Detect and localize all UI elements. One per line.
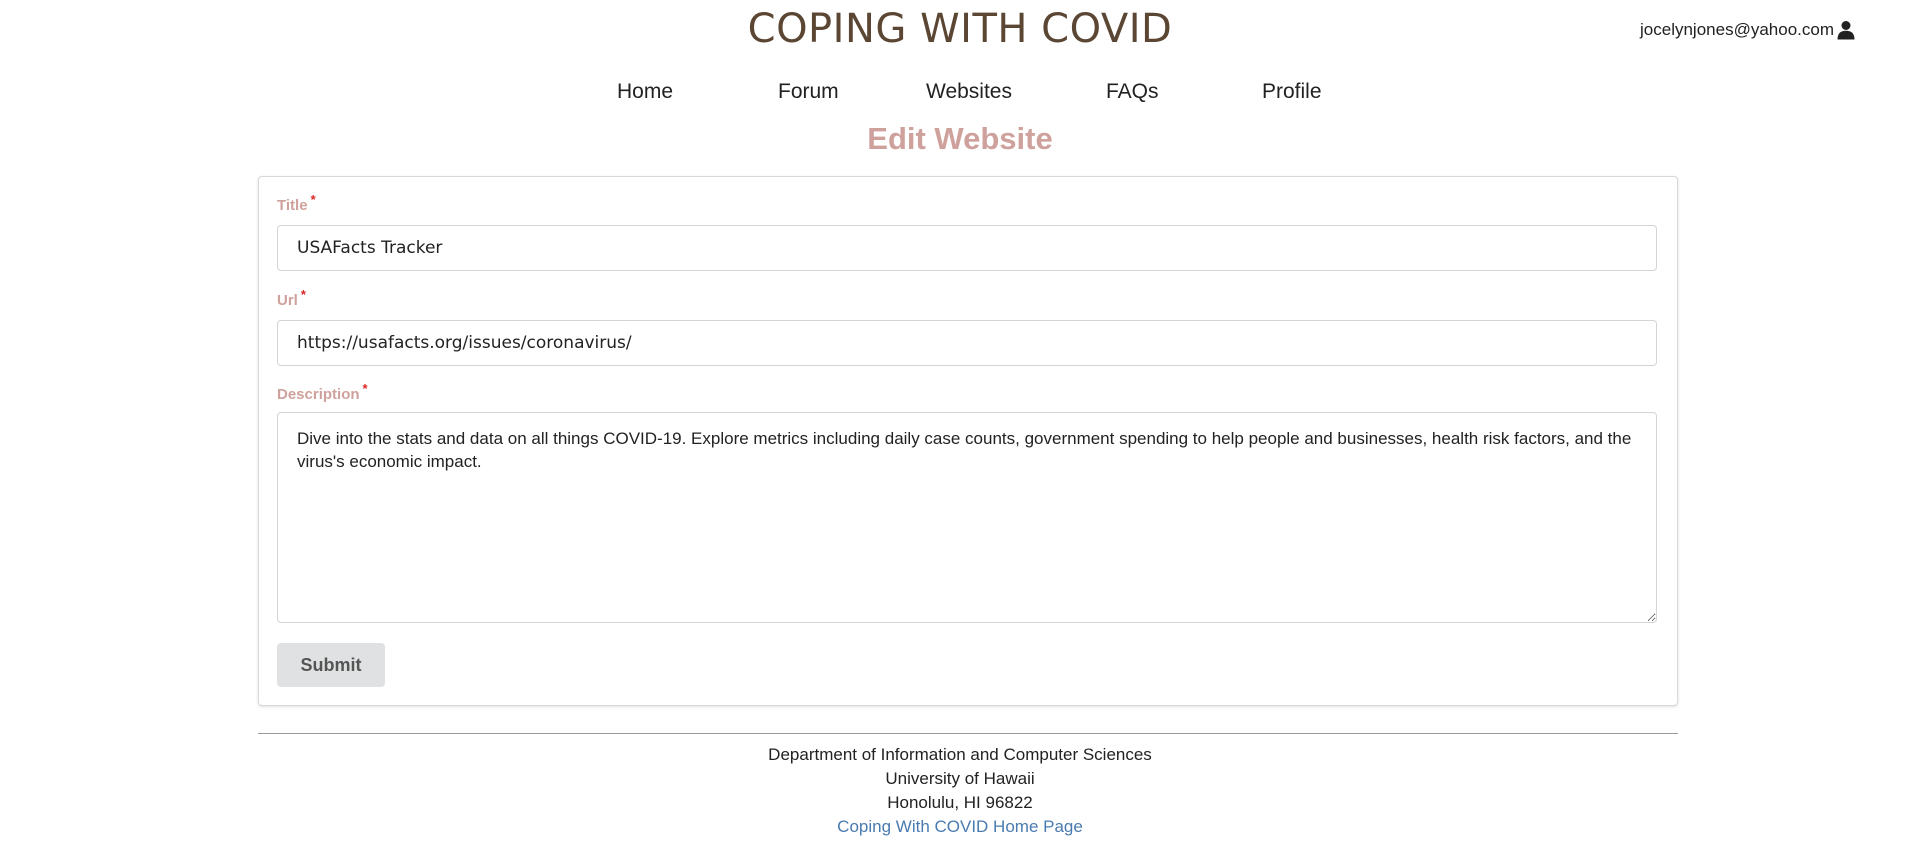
main-nav: Home Forum Websites FAQs Profile xyxy=(0,80,1920,110)
nav-forum[interactable]: Forum xyxy=(778,80,839,104)
footer-home-link[interactable]: Coping With COVID Home Page xyxy=(837,817,1083,836)
url-label-text: Url xyxy=(277,292,298,309)
user-email[interactable]: jocelynjones@yahoo.com xyxy=(1640,20,1834,40)
footer-department: Department of Information and Computer S… xyxy=(768,745,1152,764)
required-marker: * xyxy=(300,287,306,302)
title-input[interactable] xyxy=(277,225,1657,271)
nav-profile[interactable]: Profile xyxy=(1262,80,1322,104)
url-input[interactable] xyxy=(277,320,1657,366)
submit-button[interactable]: Submit xyxy=(277,643,385,687)
page: COPING WITH COVID jocelynjones@yahoo.com… xyxy=(0,0,1920,864)
footer-address: Honolulu, HI 96822 xyxy=(887,793,1033,812)
footer: Department of Information and Computer S… xyxy=(0,743,1920,839)
edit-website-form: Title* Url* Description* Dive into the s… xyxy=(258,176,1678,706)
description-textarea[interactable]: Dive into the stats and data on all thin… xyxy=(277,412,1657,623)
user-icon[interactable] xyxy=(1836,20,1856,40)
title-label-text: Title xyxy=(277,197,308,214)
required-marker: * xyxy=(362,381,368,396)
description-label-text: Description xyxy=(277,386,360,403)
footer-university: University of Hawaii xyxy=(885,769,1035,788)
description-label: Description * xyxy=(277,381,368,403)
user-menu[interactable]: jocelynjones@yahoo.com xyxy=(1640,20,1856,40)
footer-divider xyxy=(258,733,1678,734)
title-label: Title * xyxy=(277,192,316,214)
required-marker: * xyxy=(310,192,316,207)
url-label: Url * xyxy=(277,287,306,309)
nav-faqs[interactable]: FAQs xyxy=(1106,80,1159,104)
site-title: COPING WITH COVID xyxy=(747,6,1173,52)
page-heading: Edit Website xyxy=(867,121,1053,156)
nav-home[interactable]: Home xyxy=(617,80,673,104)
nav-websites[interactable]: Websites xyxy=(926,80,1012,104)
